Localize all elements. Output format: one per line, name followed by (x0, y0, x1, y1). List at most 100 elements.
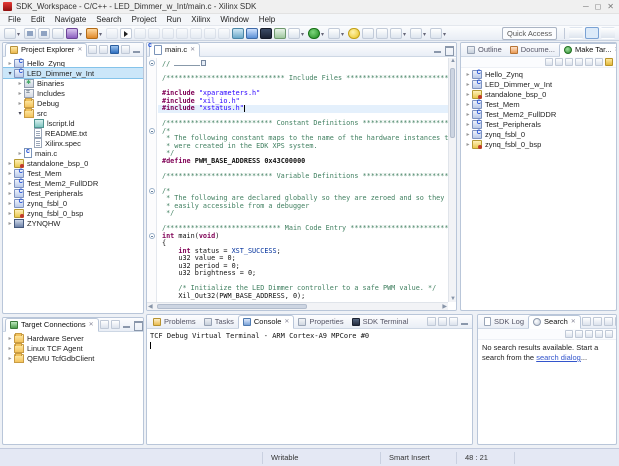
close-icon[interactable]: ✕ (77, 46, 82, 53)
tab-search[interactable]: Search✕ (528, 315, 581, 329)
open-console-icon[interactable] (427, 317, 436, 326)
tab-problems[interactable]: Problems (149, 315, 200, 329)
filter-funnel-icon[interactable] (110, 45, 119, 54)
tree-item-linux-tcf-agent[interactable]: ▸Linux TCF Agent (3, 343, 143, 353)
tree-item-led-dimmer-w-int[interactable]: ▸LED_Dimmer_w_Int (461, 79, 616, 89)
search-dialog-link[interactable]: search dialog (536, 353, 581, 362)
link-dropdown[interactable]: ▾ (328, 28, 340, 39)
tab-target-connections[interactable]: Target Connections✕ (5, 318, 99, 332)
scrollbar-thumb[interactable] (450, 68, 455, 138)
tree-item-zynq-fsbl-0[interactable]: ▸zynq_fsbl_0 (3, 198, 143, 208)
tree-item-test-peripherals[interactable]: ▸Test_Peripherals (461, 119, 616, 129)
step-over-disabled[interactable] (204, 28, 216, 39)
tree-item-standalone-bsp-0[interactable]: ▸standalone_bsp_0 (3, 158, 143, 168)
tree-item-standalone-bsp-0[interactable]: ▸standalone_bsp_0 (461, 89, 616, 99)
expand-arrow-icon[interactable]: ▸ (16, 150, 24, 157)
fold-gutter[interactable] (147, 58, 157, 302)
tree-item-zynq-fsbl-0-bsp[interactable]: ▸zynq_fsbl_0_bsp (461, 139, 616, 149)
expand-arrow-icon[interactable]: ▸ (6, 210, 14, 217)
tree-item-zynq-fsbl-0-bsp[interactable]: ▸zynq_fsbl_0_bsp (3, 208, 143, 218)
code-editor[interactable]: // /***************************** Includ… (147, 58, 456, 310)
build-dropdown[interactable]: ▾ (66, 28, 78, 39)
expand-arrow-icon[interactable]: ▸ (464, 111, 472, 118)
link-editor-icon[interactable] (99, 45, 108, 54)
save[interactable] (24, 28, 36, 39)
pin-icon[interactable] (595, 330, 603, 338)
expand-arrow-icon[interactable]: ▸ (464, 121, 472, 128)
refresh-icon[interactable] (565, 330, 573, 338)
close-window-icon[interactable]: ✕ (607, 3, 614, 11)
filter-dropdown[interactable] (585, 330, 593, 338)
tree-item-zynqhw[interactable]: ▸ZYNQHW (3, 218, 143, 228)
tab-docume[interactable]: Docume... (506, 43, 559, 57)
menu-run[interactable]: Run (162, 15, 187, 24)
editor-horizontal-scrollbar[interactable]: ◀ ▶ (147, 302, 448, 310)
expand-arrow-icon[interactable]: ▸ (6, 60, 14, 67)
tree-item-test-mem2-fullddr[interactable]: ▸Test_Mem2_FullDDR (3, 178, 143, 188)
expand-arrow-icon[interactable]: ▸ (6, 220, 14, 227)
minimize-icon[interactable] (433, 45, 442, 54)
gear-dropdown[interactable]: ▾ (288, 28, 300, 39)
close-icon[interactable]: ✕ (89, 321, 94, 328)
tree-item-test-mem[interactable]: ▸Test_Mem (461, 99, 616, 109)
maximize-icon[interactable] (143, 45, 144, 54)
expand-arrow-icon[interactable]: ▸ (464, 71, 472, 78)
code-area[interactable]: // /***************************** Includ… (158, 60, 448, 302)
expand-arrow-icon[interactable]: ▸ (16, 90, 24, 97)
view-menu-icon[interactable] (605, 330, 613, 338)
minimize-icon[interactable] (132, 45, 141, 54)
minimize-icon[interactable] (460, 317, 469, 326)
expand-arrow-icon[interactable]: ▸ (6, 355, 14, 362)
maximize-icon[interactable] (133, 320, 142, 329)
tab-sdk-log[interactable]: SDK Log (480, 315, 528, 329)
sort-icon[interactable] (545, 58, 553, 66)
scrollbar-thumb[interactable] (157, 304, 307, 309)
prev-annotation[interactable] (362, 28, 374, 39)
next-annotation[interactable] (376, 28, 388, 39)
menu-edit[interactable]: Edit (26, 15, 50, 24)
minimize-icon[interactable] (122, 320, 131, 329)
hide-icon[interactable] (555, 58, 563, 66)
expand-arrow-icon[interactable]: ▸ (6, 345, 14, 352)
fold-marker-icon[interactable] (149, 188, 155, 194)
cpp-perspective-button[interactable] (585, 27, 599, 39)
folder-dropdown[interactable]: ▾ (390, 28, 402, 39)
tree-item-qemu-tcfgdbclient[interactable]: ▸QEMU TcfGdbClient (3, 353, 143, 363)
lightbulb-icon[interactable] (348, 28, 360, 39)
tree-item-hello-zynq[interactable]: ▸Hello_Zynq (3, 58, 143, 68)
tree-item-binaries[interactable]: ▸Binaries (3, 78, 143, 88)
expand-arrow-icon[interactable]: ▸ (464, 101, 472, 108)
scroll-up-icon[interactable]: ▲ (450, 58, 456, 64)
quick-access-button[interactable]: Quick Access (502, 27, 557, 40)
tab-sdk-terminal[interactable]: SDK Terminal (348, 315, 413, 329)
build-all[interactable] (52, 28, 64, 39)
new-console-dropdown[interactable] (449, 317, 458, 326)
forward-icon[interactable] (595, 58, 603, 66)
build-hammer-icon[interactable] (605, 58, 613, 66)
tree-item-includes[interactable]: ▸Includes (3, 88, 143, 98)
pause-disabled[interactable] (148, 28, 160, 39)
menu-search[interactable]: Search (91, 15, 126, 24)
expand-arrow-icon[interactable]: ▸ (16, 100, 24, 107)
expand-arrow-icon[interactable]: ▾ (16, 110, 24, 117)
expand-arrow-icon[interactable]: ▸ (464, 141, 472, 148)
pointer-mode[interactable] (120, 28, 132, 39)
expand-arrow-icon[interactable]: ▸ (6, 170, 14, 177)
terminal-icon[interactable] (260, 28, 272, 39)
pin-icon[interactable] (615, 317, 617, 326)
new-connection-icon[interactable] (111, 320, 120, 329)
view-menu-icon[interactable] (121, 45, 130, 54)
back-icon[interactable] (585, 58, 593, 66)
expand-arrow-icon[interactable]: ▸ (6, 335, 14, 342)
expand-arrow-icon[interactable]: ▾ (6, 70, 14, 77)
record-icon[interactable] (274, 28, 286, 39)
maximize-window-icon[interactable]: ◻ (595, 3, 602, 11)
save-all[interactable] (38, 28, 50, 39)
step-return-disabled[interactable] (218, 28, 230, 39)
tree-item-hardware-server[interactable]: ▸Hardware Server (3, 333, 143, 343)
menu-xilinx[interactable]: Xilinx (186, 15, 215, 24)
expand-arrow-icon[interactable]: ▸ (464, 81, 472, 88)
scroll-down-icon[interactable]: ▼ (450, 296, 456, 302)
tree-item-hello-zynq[interactable]: ▸Hello_Zynq (461, 69, 616, 79)
minimize-window-icon[interactable]: ─ (583, 3, 589, 11)
